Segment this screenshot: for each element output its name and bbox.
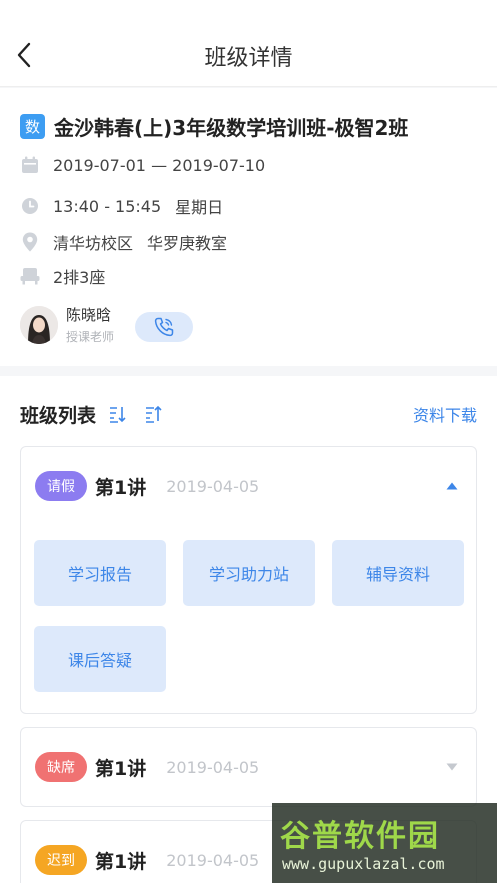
phone-icon	[154, 317, 174, 337]
teacher-avatar	[20, 305, 58, 344]
lecture-number: 第1讲	[95, 757, 147, 780]
lecture-number: 第1讲	[95, 850, 147, 873]
call-teacher-button[interactable]	[135, 312, 193, 342]
date-row: 2019-07-01 — 2019-07-10	[20, 155, 265, 175]
seat-icon	[20, 266, 40, 286]
after-class-qa-button[interactable]: 课后答疑	[34, 626, 166, 692]
status-badge: 迟到	[35, 845, 87, 875]
caret-down-icon[interactable]	[442, 757, 462, 777]
class-time: 13:40 - 15:45	[53, 196, 162, 216]
calendar-icon	[20, 155, 40, 175]
classroom: 华罗庚教室	[147, 234, 228, 253]
campus: 清华坊校区	[53, 234, 134, 253]
teacher-role: 授课老师	[66, 330, 115, 344]
clock-icon	[20, 196, 40, 216]
page-title: 班级详情	[204, 46, 293, 71]
location-pin-icon	[20, 232, 40, 252]
caret-up-icon[interactable]	[442, 476, 462, 496]
watermark-text: 谷普软件园	[280, 819, 440, 854]
subject-badge: 数	[20, 114, 45, 139]
location-row: 清华坊校区 华罗庚教室	[20, 230, 227, 254]
lecture-card: 请假 第1讲 2019-04-05 学习报告 学习助力站 辅导资料 课后答疑	[20, 446, 477, 714]
weekday: 星期日	[175, 198, 224, 217]
status-badge: 缺席	[35, 752, 87, 782]
download-materials-link[interactable]: 资料下载	[413, 402, 477, 426]
lecture-number: 第1讲	[95, 476, 147, 499]
course-title-row: 数 金沙韩春(上)3年级数学培训班-极智2班	[20, 112, 408, 141]
lecture-date: 2019-04-05	[166, 850, 260, 870]
teacher-row: 陈晓晗 授课老师	[20, 304, 193, 345]
lecture-card-header[interactable]: 请假 第1讲 2019-04-05	[35, 447, 462, 525]
status-badge: 请假	[35, 471, 87, 501]
class-info: 数 金沙韩春(上)3年级数学培训班-极智2班 2019-07-01 — 2019…	[0, 88, 497, 366]
course-title: 金沙韩春(上)3年级数学培训班-极智2班	[54, 116, 409, 140]
lecture-date: 2019-04-05	[166, 476, 260, 496]
nav-bar: 班级详情	[0, 0, 497, 87]
teacher-name: 陈晓晗	[66, 306, 112, 324]
lecture-date: 2019-04-05	[166, 757, 260, 777]
date-range: 2019-07-01 — 2019-07-10	[53, 155, 266, 175]
watermark-url: www.gupuxlazal.com	[282, 855, 445, 873]
sort-descending-icon[interactable]	[144, 404, 164, 424]
study-help-station-button[interactable]: 学习助力站	[183, 540, 315, 606]
class-list-title: 班级列表	[20, 404, 97, 427]
study-report-button[interactable]: 学习报告	[34, 540, 166, 606]
site-watermark: 谷普软件园 www.gupuxlazal.com	[272, 803, 497, 883]
tutoring-materials-button[interactable]: 辅导资料	[332, 540, 464, 606]
lecture-card[interactable]: 缺席 第1讲 2019-04-05	[20, 727, 477, 807]
sort-ascending-icon[interactable]	[108, 404, 128, 424]
seat: 2排3座	[53, 268, 106, 287]
time-row: 13:40 - 15:45 星期日	[20, 194, 223, 218]
lecture-card-header[interactable]: 缺席 第1讲 2019-04-05	[35, 728, 462, 806]
seat-row: 2排3座	[20, 264, 105, 288]
class-list-header: 班级列表 资料下载	[20, 400, 477, 428]
